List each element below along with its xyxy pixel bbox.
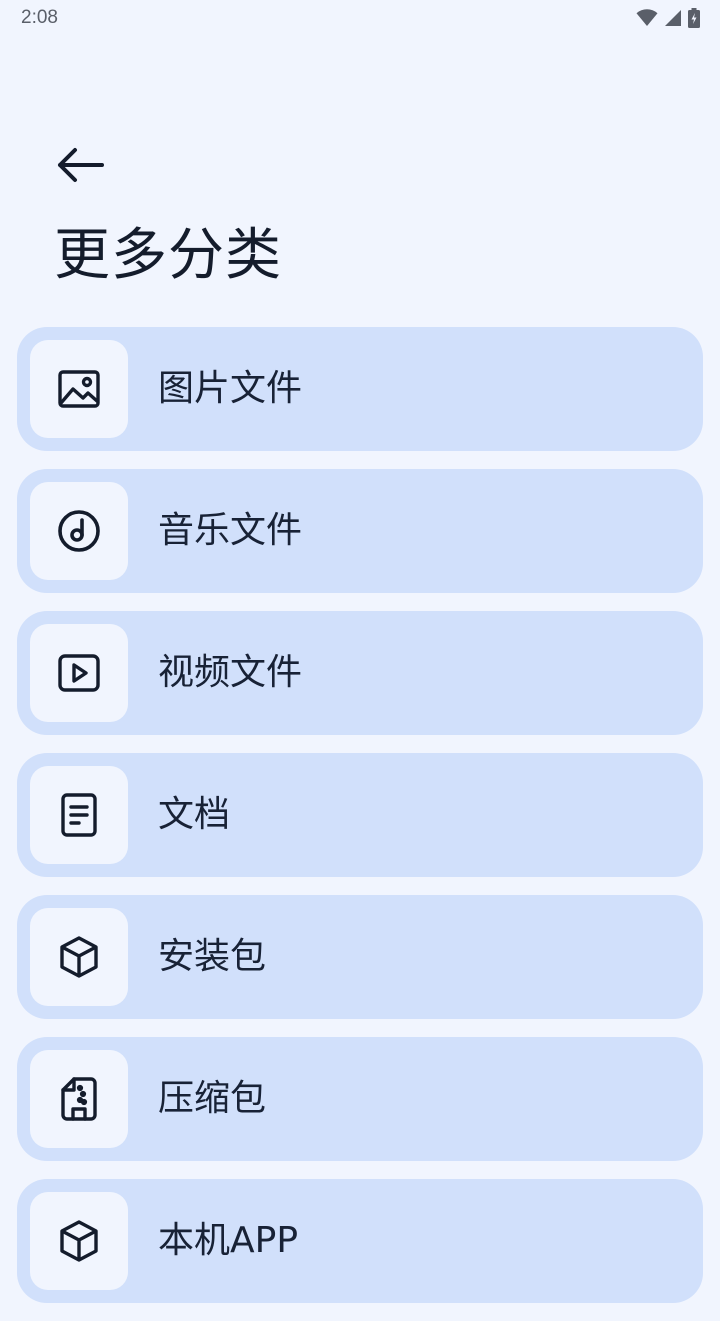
category-label: 安装包 — [158, 936, 267, 977]
category-item-images[interactable]: 图片文件 — [17, 327, 703, 451]
wifi-icon — [636, 9, 658, 27]
icon-box — [30, 340, 128, 438]
category-item-documents[interactable]: 文档 — [17, 753, 703, 877]
category-item-archives[interactable]: 压缩包 — [17, 1037, 703, 1161]
document-icon — [60, 792, 98, 838]
category-label: 图片文件 — [158, 368, 303, 409]
icon-box — [30, 908, 128, 1006]
icon-box — [30, 766, 128, 864]
package-cube-icon — [57, 935, 101, 979]
image-icon — [57, 367, 101, 411]
arrow-left-icon — [56, 147, 104, 183]
category-label: 音乐文件 — [158, 510, 303, 551]
category-label: 本机APP — [158, 1220, 299, 1261]
icon-box — [30, 1050, 128, 1148]
category-item-packages[interactable]: 安装包 — [17, 895, 703, 1019]
music-disc-icon — [56, 508, 102, 554]
category-label: 文档 — [158, 794, 231, 835]
archive-file-icon — [60, 1076, 98, 1122]
cell-signal-icon — [664, 9, 682, 27]
category-label: 视频文件 — [158, 652, 303, 693]
category-list: 图片文件 音乐文件 视频文件 文档 安装包 压缩包 本机APP — [17, 327, 703, 1321]
status-bar: 2:08 — [0, 0, 720, 36]
icon-box — [30, 1192, 128, 1290]
category-item-music[interactable]: 音乐文件 — [17, 469, 703, 593]
status-icons — [636, 7, 700, 29]
icon-box — [30, 624, 128, 722]
icon-box — [30, 482, 128, 580]
video-play-icon — [57, 653, 101, 693]
app-cube-icon — [57, 1219, 101, 1263]
page-title: 更多分类 — [54, 223, 282, 288]
status-time: 2:08 — [21, 7, 58, 28]
category-item-local-apps[interactable]: 本机APP — [17, 1179, 703, 1303]
back-button[interactable] — [44, 132, 116, 198]
battery-charging-icon — [688, 8, 700, 28]
category-label: 压缩包 — [158, 1078, 267, 1119]
category-item-videos[interactable]: 视频文件 — [17, 611, 703, 735]
